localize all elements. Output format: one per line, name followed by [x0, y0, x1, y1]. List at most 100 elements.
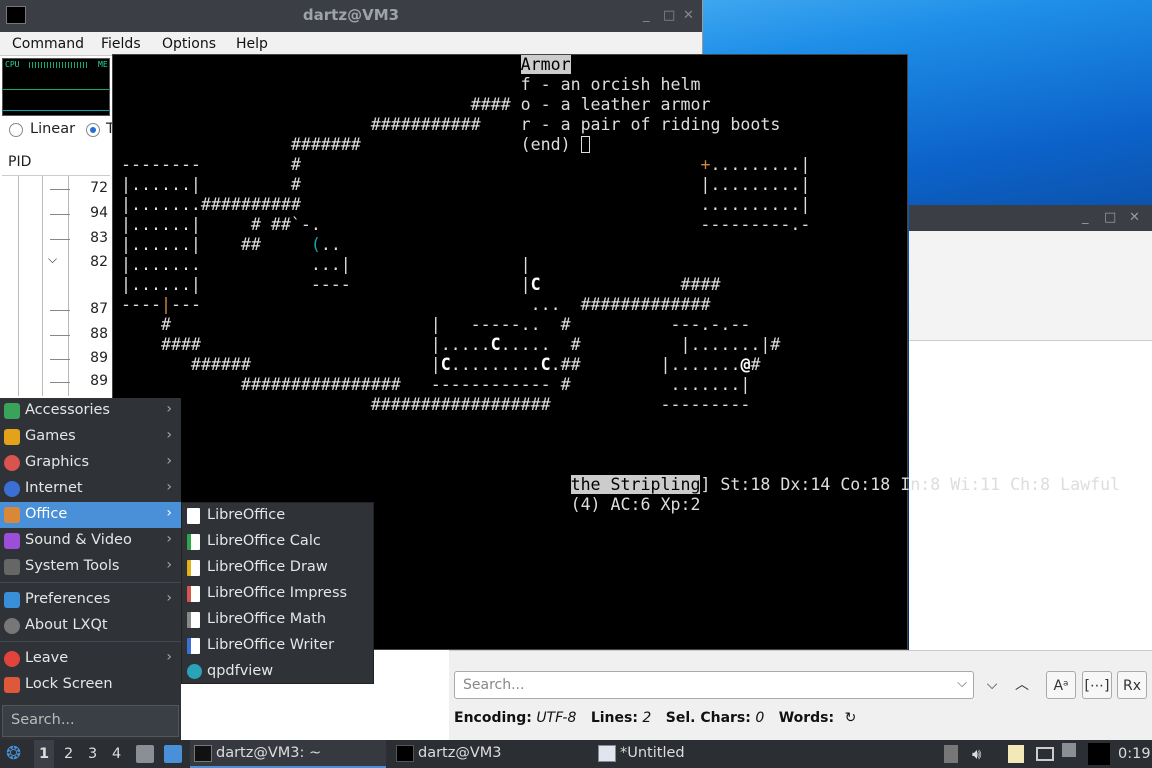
submenu-item-impress[interactable]: LibreOffice Impress	[182, 581, 375, 607]
task-process-monitor[interactable]: dartz@VM3	[392, 740, 588, 768]
desktop-1-button[interactable]: 1	[34, 740, 54, 768]
menu-item-office[interactable]: Office ›	[0, 502, 181, 528]
submenu-item-writer[interactable]: LibreOffice Writer	[182, 633, 375, 659]
math-icon	[187, 612, 200, 628]
inventory-item: f - an orcish helm	[520, 75, 701, 94]
network-icon[interactable]	[1036, 747, 1054, 761]
window-titlebar[interactable]: dartz@VM3 _ □ ✕	[0, 0, 702, 32]
editor-search-input[interactable]: Search... ⌵	[454, 671, 974, 699]
chevron-down-icon[interactable]: ⌵	[957, 676, 967, 691]
clipboard-icon[interactable]	[1008, 745, 1024, 763]
maximize-icon[interactable]: □	[663, 8, 675, 23]
calc-icon	[187, 534, 200, 550]
office-submenu: LibreOffice LibreOffice Calc LibreOffice…	[181, 502, 374, 684]
libreoffice-icon	[187, 508, 200, 524]
menu-item-games[interactable]: Games ›	[0, 424, 181, 450]
submenu-item-qpdfview[interactable]: qpdfview	[182, 659, 375, 685]
desktop-3-button[interactable]: 3	[88, 740, 97, 768]
clock[interactable]: 0:19	[1118, 740, 1151, 768]
menu-item-sound-video[interactable]: Sound & Video ›	[0, 528, 181, 554]
volume-icon[interactable]: 🔊︎	[972, 745, 990, 763]
pid-column-header[interactable]: PID	[2, 150, 110, 176]
nethack-screen: Armor f - an orcish helm #### o - a leat…	[121, 55, 1121, 514]
power-icon	[4, 651, 20, 667]
taskbar: ❂ 1 2 3 4 dartz@VM3: ~ dartz@VM3 *Untitl…	[0, 740, 1152, 768]
menu-item-system-tools[interactable]: System Tools ›	[0, 554, 181, 580]
radio-other[interactable]	[86, 123, 100, 137]
chevron-down-icon[interactable]: ⌵	[48, 252, 57, 267]
menu-search-input[interactable]: Search...	[2, 705, 179, 737]
find-next-button[interactable]: ⌵	[984, 671, 1000, 699]
info-icon	[4, 618, 20, 634]
start-menu-icon[interactable]: ❂	[6, 740, 21, 768]
menu-options[interactable]: Options	[162, 36, 216, 52]
games-icon	[4, 429, 20, 445]
writer-icon	[187, 638, 200, 654]
regex-button[interactable]: Rx	[1117, 671, 1147, 699]
system-tools-icon	[4, 559, 20, 575]
menu-item-leave[interactable]: Leave ›	[0, 646, 181, 672]
process-row[interactable]: 89	[50, 350, 110, 366]
text-editor-icon	[598, 745, 616, 762]
impress-icon	[187, 586, 200, 602]
process-row[interactable]: 89	[50, 373, 110, 389]
menu-item-accessories[interactable]: Accessories ›	[0, 398, 181, 424]
process-row[interactable]: 72	[50, 180, 110, 196]
process-row[interactable]: 87	[50, 301, 110, 317]
accessories-icon	[4, 403, 20, 419]
status-line-1: ] St:18 Dx:14 Co:18 In:8 Wi:11 Ch:8 Lawf…	[700, 475, 1121, 494]
application-menu: Accessories › Games › Graphics › Internet › …	[0, 398, 181, 740]
inventory-title: Armor	[520, 55, 571, 74]
menu-separator	[0, 582, 181, 583]
cpu-bars	[29, 62, 87, 68]
process-row[interactable]: 83	[50, 230, 110, 246]
submenu-item-draw[interactable]: LibreOffice Draw	[182, 555, 375, 581]
desktop-4-button[interactable]: 4	[112, 740, 121, 768]
workspace-preview-icon[interactable]	[1088, 743, 1110, 765]
task-terminal[interactable]: dartz@VM3: ~	[190, 740, 386, 768]
update-icon[interactable]	[944, 745, 958, 763]
find-previous-button[interactable]: ︿	[1014, 671, 1030, 699]
process-row[interactable]: 94	[50, 205, 110, 221]
office-icon	[4, 507, 20, 523]
match-case-button[interactable]: Aᵃ	[1046, 671, 1076, 699]
inventory-item: r - a pair of riding boots	[520, 115, 781, 134]
notification-icon[interactable]	[1062, 743, 1076, 757]
menu-item-internet[interactable]: Internet ›	[0, 476, 181, 502]
close-icon[interactable]: ✕	[683, 8, 694, 23]
draw-icon	[187, 560, 200, 576]
process-row[interactable]: 88	[50, 326, 110, 342]
task-text-editor[interactable]: *Untitled	[594, 740, 790, 768]
process-row[interactable]: ⌵ 82	[48, 252, 110, 270]
inventory-end: (end)	[520, 135, 571, 154]
menu-item-about[interactable]: About LXQt	[0, 613, 181, 639]
menu-separator	[0, 641, 181, 642]
process-tree: 72 94 83 ⌵ 82 87 88 89 89	[2, 176, 110, 396]
show-desktop-icon[interactable]	[164, 745, 182, 763]
minimize-icon[interactable]: _	[643, 8, 650, 23]
menu-item-lock-screen[interactable]: Lock Screen	[0, 672, 181, 698]
menu-command[interactable]: Command	[12, 36, 84, 52]
app-icon	[396, 745, 414, 762]
radio-linear[interactable]	[9, 123, 23, 137]
menubar: Command Fields Options Help	[0, 32, 702, 56]
submenu-item-math[interactable]: LibreOffice Math	[182, 607, 375, 633]
whole-word-button[interactable]: [⋯]	[1082, 671, 1112, 699]
cpu-graph: CPU ME	[2, 58, 110, 116]
menu-item-graphics[interactable]: Graphics ›	[0, 450, 181, 476]
submenu-item-calc[interactable]: LibreOffice Calc	[182, 529, 375, 555]
menu-help[interactable]: Help	[236, 36, 268, 52]
refresh-icon[interactable]: ↻	[845, 710, 857, 726]
graphics-icon	[4, 455, 20, 471]
submenu-item-libreoffice[interactable]: LibreOffice	[182, 503, 375, 529]
internet-icon	[4, 481, 20, 497]
close-icon[interactable]: ✕	[1129, 210, 1140, 225]
qpdfview-icon	[187, 664, 202, 679]
menu-fields[interactable]: Fields	[101, 36, 141, 52]
file-manager-icon[interactable]	[136, 745, 154, 763]
desktop-2-button[interactable]: 2	[64, 740, 73, 768]
mem-graph-label: ME	[98, 60, 108, 69]
terminal-cursor	[580, 136, 590, 153]
menu-item-preferences[interactable]: Preferences ›	[0, 587, 181, 613]
mem-line	[3, 110, 109, 111]
